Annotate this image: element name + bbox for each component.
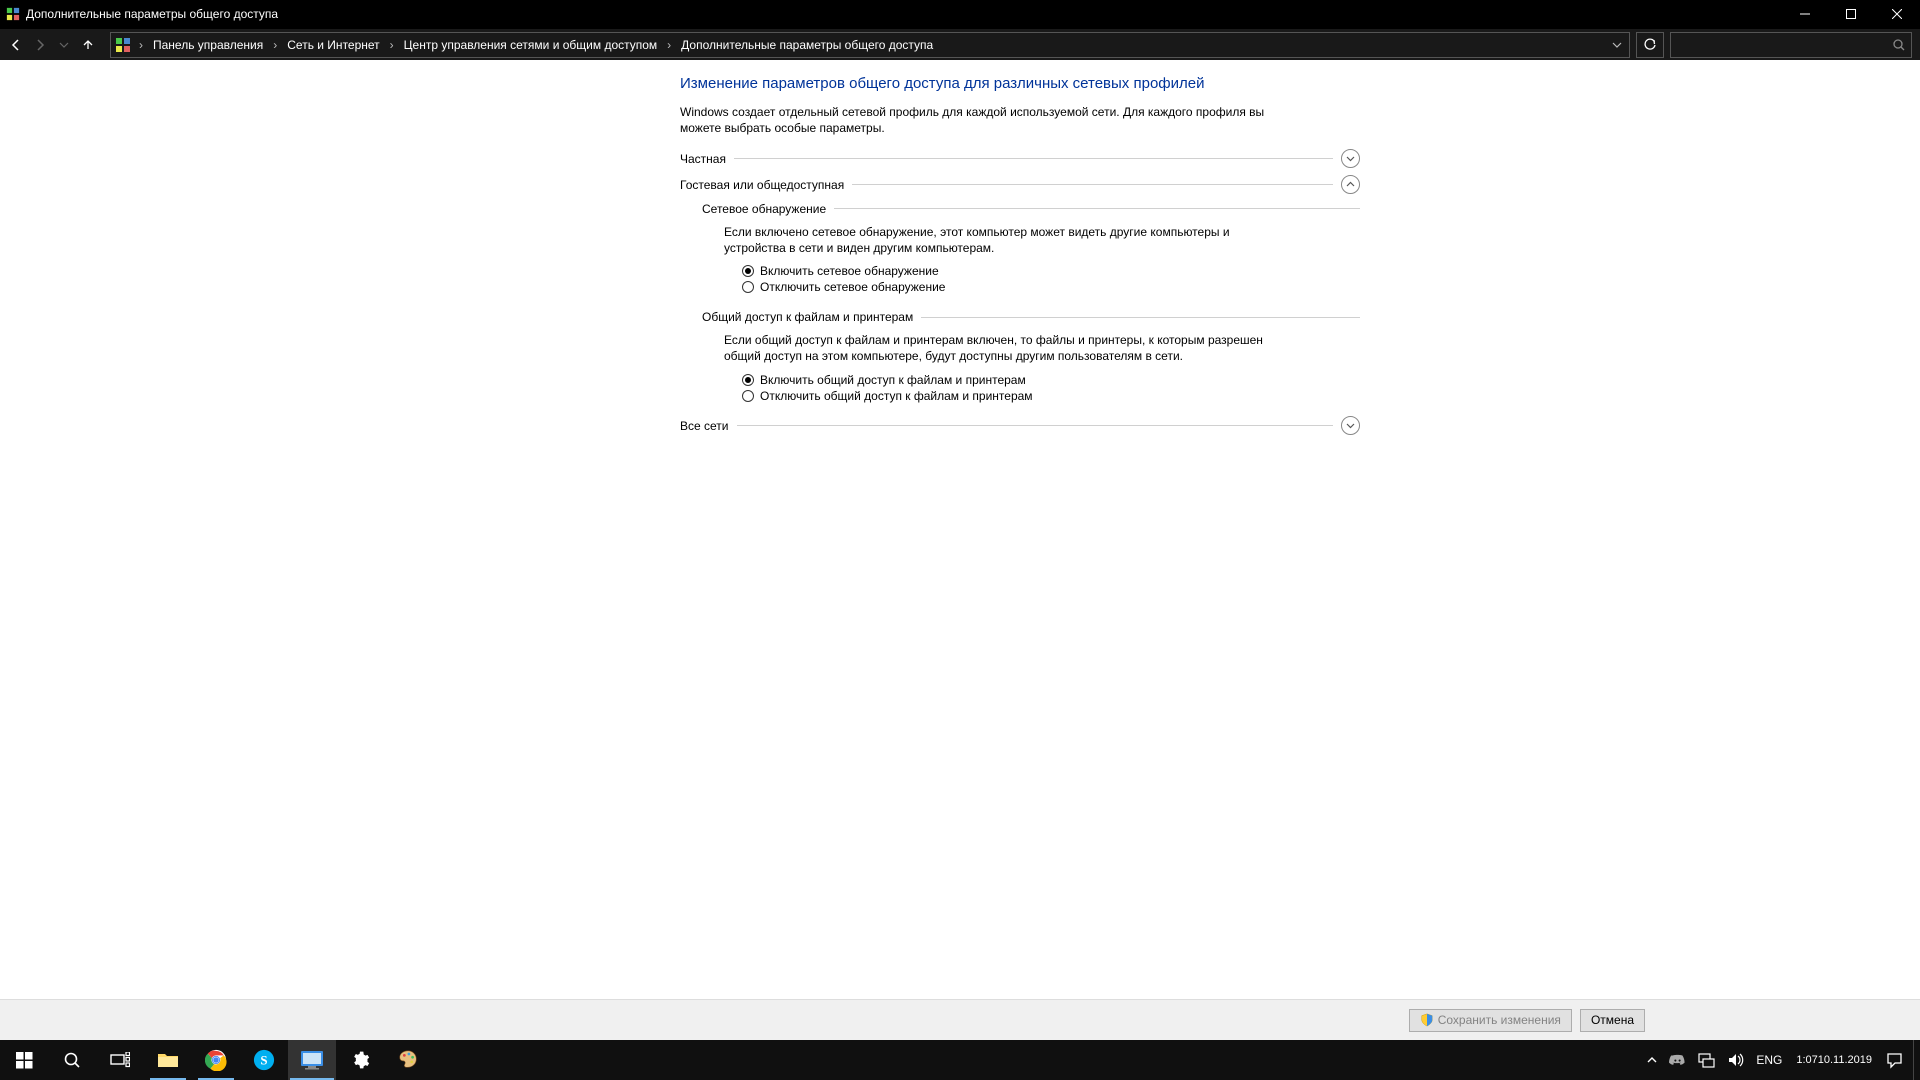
- start-button[interactable]: [0, 1040, 48, 1080]
- crumb-control-panel[interactable]: Панель управления: [147, 33, 269, 57]
- taskbar: S: [0, 1040, 1920, 1080]
- chevron-right-icon[interactable]: ›: [665, 38, 673, 52]
- radio-icon: [742, 390, 754, 402]
- radio-network-discovery-on[interactable]: Включить сетевое обнаружение: [742, 264, 1360, 278]
- profile-guest-label: Гостевая или общедоступная: [680, 178, 844, 192]
- taskbar-app-file-explorer[interactable]: [144, 1040, 192, 1080]
- taskbar-app-chrome[interactable]: [192, 1040, 240, 1080]
- chevron-right-icon[interactable]: ›: [271, 38, 279, 52]
- shield-icon: [1420, 1013, 1434, 1027]
- radio-icon: [742, 374, 754, 386]
- tray-volume-icon[interactable]: [1721, 1040, 1750, 1080]
- chevron-up-icon[interactable]: [1341, 175, 1360, 194]
- show-desktop-button[interactable]: [1913, 1040, 1920, 1080]
- taskbar-app-control-panel[interactable]: [288, 1040, 336, 1080]
- network-sharing-icon: [6, 7, 20, 21]
- radio-file-sharing-on[interactable]: Включить общий доступ к файлам и принтер…: [742, 373, 1360, 387]
- profile-all-header[interactable]: Все сети: [680, 417, 1360, 435]
- network-discovery-group: Сетевое обнаружение Если включено сетево…: [702, 202, 1360, 294]
- chevron-down-icon[interactable]: [1341, 416, 1360, 435]
- cancel-button[interactable]: Отмена: [1580, 1009, 1645, 1032]
- address-dropdown-button[interactable]: [1607, 40, 1627, 50]
- up-button[interactable]: [76, 31, 100, 59]
- clock-date: 10.11.2019: [1818, 1054, 1872, 1067]
- maximize-button[interactable]: [1828, 0, 1874, 28]
- tray-network-icon[interactable]: [1692, 1040, 1721, 1080]
- radio-icon: [742, 265, 754, 277]
- tray-clock[interactable]: 1:07 10.11.2019: [1788, 1040, 1880, 1080]
- clock-time: 1:07: [1796, 1054, 1817, 1067]
- profile-private-header[interactable]: Частная: [680, 150, 1360, 168]
- minimize-button[interactable]: [1782, 0, 1828, 28]
- crumb-network-sharing-center[interactable]: Центр управления сетями и общим доступом: [398, 33, 664, 57]
- save-changes-button[interactable]: Сохранить изменения: [1409, 1009, 1572, 1032]
- search-box[interactable]: [1670, 32, 1912, 58]
- footer-bar: Сохранить изменения Отмена: [0, 999, 1920, 1040]
- file-sharing-title: Общий доступ к файлам и принтерам: [702, 310, 913, 324]
- svg-text:S: S: [260, 1054, 267, 1068]
- cancel-label: Отмена: [1591, 1013, 1634, 1027]
- address-bar: › Панель управления › Сеть и Интернет › …: [0, 28, 1920, 62]
- search-icon[interactable]: [1887, 38, 1911, 52]
- refresh-button[interactable]: [1636, 32, 1664, 58]
- crumb-advanced-sharing[interactable]: Дополнительные параметры общего доступа: [675, 33, 939, 57]
- file-sharing-group: Общий доступ к файлам и принтерам Если о…: [702, 310, 1360, 402]
- chevron-right-icon[interactable]: ›: [137, 38, 145, 52]
- tray-discord-icon[interactable]: [1663, 1040, 1692, 1080]
- network-discovery-desc: Если включено сетевое обнаружение, этот …: [724, 224, 1264, 256]
- content-area: Изменение параметров общего доступа для …: [0, 60, 1920, 1020]
- page-title: Изменение параметров общего доступа для …: [680, 74, 1360, 94]
- window-titlebar: Дополнительные параметры общего доступа: [0, 0, 1920, 28]
- crumb-network-internet[interactable]: Сеть и Интернет: [281, 33, 385, 57]
- tray-action-center-icon[interactable]: [1880, 1040, 1909, 1080]
- radio-icon: [742, 281, 754, 293]
- task-view-button[interactable]: [96, 1040, 144, 1080]
- taskbar-search-button[interactable]: [48, 1040, 96, 1080]
- chevron-down-icon[interactable]: [1341, 149, 1360, 168]
- save-changes-label: Сохранить изменения: [1438, 1013, 1561, 1027]
- breadcrumb[interactable]: › Панель управления › Сеть и Интернет › …: [110, 32, 1630, 58]
- back-button[interactable]: [4, 31, 28, 59]
- network-sharing-icon: [115, 37, 131, 53]
- taskbar-app-skype[interactable]: S: [240, 1040, 288, 1080]
- profile-all-label: Все сети: [680, 419, 729, 433]
- chevron-right-icon[interactable]: ›: [388, 38, 396, 52]
- network-discovery-title: Сетевое обнаружение: [702, 202, 826, 216]
- window-title: Дополнительные параметры общего доступа: [26, 7, 278, 21]
- close-button[interactable]: [1874, 0, 1920, 28]
- radio-network-discovery-off[interactable]: Отключить сетевое обнаружение: [742, 280, 1360, 294]
- search-input[interactable]: [1671, 38, 1887, 52]
- profile-guest-header[interactable]: Гостевая или общедоступная: [680, 176, 1360, 194]
- profile-private-label: Частная: [680, 152, 726, 166]
- taskbar-app-paint[interactable]: [384, 1040, 432, 1080]
- recent-locations-button[interactable]: [52, 31, 76, 59]
- page-description: Windows создает отдельный сетевой профил…: [680, 104, 1280, 136]
- tray-overflow-button[interactable]: [1641, 1040, 1663, 1080]
- radio-file-sharing-off[interactable]: Отключить общий доступ к файлам и принте…: [742, 389, 1360, 403]
- taskbar-app-settings[interactable]: [336, 1040, 384, 1080]
- forward-button[interactable]: [28, 31, 52, 59]
- tray-language-indicator[interactable]: ENG: [1750, 1040, 1788, 1080]
- file-sharing-desc: Если общий доступ к файлам и принтерам в…: [724, 332, 1264, 364]
